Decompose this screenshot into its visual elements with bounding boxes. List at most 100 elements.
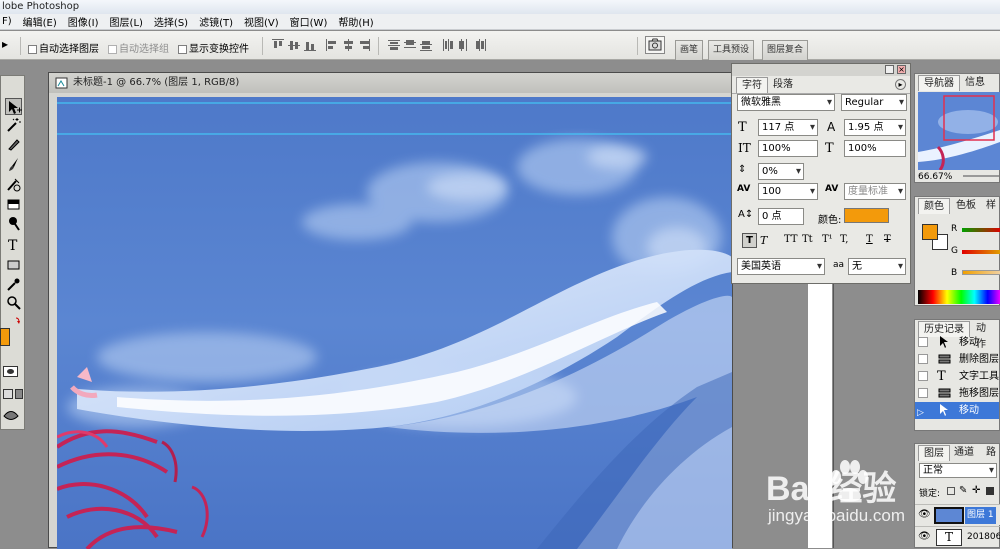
green-channel-slider[interactable] [962, 250, 1000, 254]
panel-menu-icon[interactable]: ▸ [895, 79, 906, 90]
tab-color[interactable]: 颜色 [918, 198, 950, 214]
brush-tool-icon[interactable] [5, 156, 22, 173]
jump-to-imageready-icon[interactable] [3, 409, 19, 423]
menu-filter[interactable]: 滤镜(T) [194, 14, 239, 29]
foreground-color-swatch[interactable] [0, 328, 10, 346]
distribute-right-icon[interactable] [474, 39, 486, 51]
strikethrough-button[interactable]: T [884, 234, 891, 245]
blue-channel-slider[interactable] [962, 270, 1000, 275]
tab-paths[interactable]: 路 [981, 445, 1000, 461]
align-vertical-center-icon[interactable] [288, 39, 300, 51]
all-caps-button[interactable]: TT [784, 234, 798, 245]
menu-view[interactable]: 视图(V) [239, 14, 285, 29]
full-screen-mode-icon[interactable] [15, 389, 23, 399]
small-caps-button[interactable]: Tt [802, 234, 813, 245]
tab-layer-comps[interactable]: 图层复合 [762, 40, 809, 60]
font-size-field[interactable]: 117 点 [758, 119, 818, 136]
tab-character[interactable]: 字符 [736, 77, 768, 93]
color-ramp[interactable] [918, 290, 1000, 304]
tsume-field[interactable]: 0% [758, 163, 804, 180]
menu-file[interactable]: F) [0, 16, 18, 27]
font-family-select[interactable]: 微软雅黑 [737, 94, 835, 111]
menu-help[interactable]: 帮助(H) [333, 14, 379, 29]
tool-preset-icon[interactable]: ▸ [2, 37, 8, 51]
vertical-scale-field[interactable]: 100% [758, 140, 818, 157]
underline-button[interactable]: T [866, 234, 873, 245]
history-item[interactable]: 移动 [915, 334, 999, 351]
align-horizontal-center-icon[interactable] [342, 39, 354, 51]
subscript-button[interactable]: T, [840, 234, 848, 245]
navigator-thumbnail[interactable] [918, 92, 1000, 170]
navigator-zoom-value[interactable]: 66.67% [918, 172, 952, 182]
align-right-icon[interactable] [358, 39, 370, 51]
font-style-select[interactable]: Regular [841, 94, 907, 111]
leading-field[interactable]: 1.95 点 [844, 119, 906, 136]
menu-layer[interactable]: 图层(L) [105, 14, 149, 29]
menu-select[interactable]: 选择(S) [149, 14, 194, 29]
menu-image[interactable]: 图像(I) [63, 14, 105, 29]
red-channel-slider[interactable] [962, 228, 1000, 232]
baseline-shift-field[interactable]: 0 点 [758, 208, 804, 225]
swap-colors-icon[interactable] [5, 316, 22, 326]
faux-bold-button[interactable]: T [742, 233, 757, 248]
auto-select-group-option[interactable]: 自动选择组 [108, 40, 169, 55]
superscript-button[interactable]: T¹ [822, 234, 833, 245]
auto-select-group-checkbox[interactable] [108, 44, 117, 54]
document-title-bar[interactable]: 未标题-1 @ 66.7% (图层 1, RGB/8) [49, 73, 732, 93]
align-bottom-icon[interactable] [304, 39, 316, 51]
show-transform-option[interactable]: 显示变换控件 [178, 40, 249, 55]
tab-layers[interactable]: 图层 [918, 445, 950, 461]
move-tool-icon[interactable] [5, 98, 22, 115]
zoom-tool-icon[interactable] [5, 294, 22, 311]
file-browser-icon[interactable] [645, 36, 665, 54]
text-color-swatch[interactable] [844, 208, 889, 223]
close-icon[interactable]: × [897, 65, 906, 74]
quick-mask-icon[interactable] [3, 366, 18, 377]
history-item[interactable]: 拖移图层 [915, 385, 999, 402]
auto-select-layer-option[interactable]: 自动选择图层 [28, 40, 99, 55]
tracking-field[interactable]: 100 [758, 183, 818, 200]
history-checkbox[interactable] [918, 354, 928, 364]
distribute-top-icon[interactable] [388, 39, 400, 51]
magic-wand-icon[interactable] [5, 116, 22, 133]
tab-paragraph[interactable]: 段落 [768, 77, 798, 93]
tab-navigator[interactable]: 导航器 [918, 75, 960, 91]
navigator-zoom-slider[interactable] [963, 175, 999, 177]
faux-italic-button[interactable]: T [760, 234, 767, 247]
tab-styles[interactable]: 样 [981, 198, 1000, 214]
align-top-icon[interactable] [272, 39, 284, 51]
tab-channels[interactable]: 通道 [949, 445, 979, 461]
antialias-select[interactable]: 无 [848, 258, 906, 275]
align-left-icon[interactable] [326, 39, 338, 51]
horizontal-scale-field[interactable]: 100% [844, 140, 906, 157]
minimize-icon[interactable] [885, 65, 894, 74]
eraser-tool-icon[interactable] [5, 196, 22, 213]
history-item-active[interactable]: ▷ 移动 [915, 402, 999, 419]
tab-swatches[interactable]: 色板 [951, 198, 981, 214]
menu-window[interactable]: 窗口(W) [285, 14, 334, 29]
language-select[interactable]: 美国英语 [737, 258, 825, 275]
history-item[interactable]: T 文字工具 [915, 368, 999, 385]
eyedropper-icon[interactable] [5, 276, 22, 293]
image-canvas[interactable] [57, 97, 732, 549]
history-checkbox[interactable] [918, 371, 928, 381]
screen-mode-icon[interactable] [3, 389, 13, 399]
kerning-field[interactable]: 度量标准 [844, 183, 906, 200]
distribute-horizontal-center-icon[interactable] [458, 39, 470, 51]
history-item[interactable]: 删除图层 [915, 351, 999, 368]
history-checkbox[interactable] [918, 337, 928, 347]
distribute-vertical-center-icon[interactable] [404, 39, 416, 51]
healing-brush-icon[interactable] [5, 135, 22, 152]
tab-info[interactable]: 信息 [960, 75, 990, 91]
character-panel-header[interactable]: × [732, 64, 910, 76]
history-brush-icon[interactable] [5, 176, 22, 193]
tab-brushes[interactable]: 画笔 [675, 40, 704, 60]
type-tool-icon[interactable]: T [5, 236, 22, 254]
tab-tool-presets[interactable]: 工具预设 [708, 40, 755, 60]
history-checkbox[interactable] [918, 388, 928, 398]
auto-select-layer-checkbox[interactable] [28, 44, 37, 54]
distribute-bottom-icon[interactable] [420, 39, 432, 51]
rectangle-tool-icon[interactable] [5, 256, 22, 273]
show-transform-checkbox[interactable] [178, 44, 187, 54]
menu-edit[interactable]: 编辑(E) [18, 14, 63, 29]
